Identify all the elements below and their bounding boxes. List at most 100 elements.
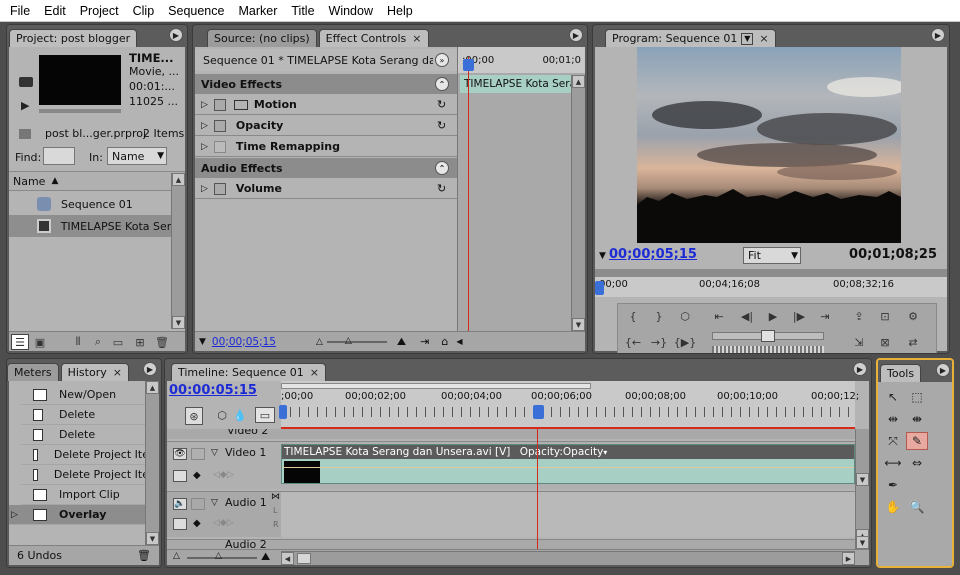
panel-menu-icon[interactable]: ▶ — [169, 28, 183, 42]
collapse-icon[interactable]: ⌃ — [435, 161, 449, 175]
display-style-icon[interactable] — [173, 470, 187, 482]
funnel-icon[interactable]: ▼ — [599, 251, 606, 261]
tab-project[interactable]: Project: post blogger — [9, 29, 138, 47]
zoom-slider[interactable]: △ — [326, 336, 387, 346]
zoom-slider-handle[interactable]: △ — [345, 336, 352, 346]
fx-toggle-icon[interactable] — [213, 98, 226, 111]
tab-source[interactable]: Source: (no clips) — [207, 29, 317, 47]
expand-icon[interactable]: ▷ — [201, 142, 208, 152]
menu-project[interactable]: Project — [74, 4, 127, 18]
project-scrollbar[interactable]: ▲ ▼ — [171, 173, 185, 329]
close-icon[interactable]: × — [113, 366, 122, 379]
icon-view-icon[interactable]: ▣ — [31, 334, 49, 350]
menu-edit[interactable]: Edit — [38, 4, 74, 18]
close-icon[interactable]: × — [412, 32, 421, 45]
keyframe-icon[interactable]: ◆ — [193, 518, 201, 529]
list-item[interactable]: TIMELAPSE Kota Seran — [9, 215, 185, 237]
list-item[interactable]: Sequence 01 — [9, 193, 185, 215]
hscroll-thumb[interactable] — [297, 553, 311, 564]
track-select-tool-icon[interactable]: ⬚ — [906, 388, 928, 406]
slip-tool-icon[interactable]: ⟷ — [882, 454, 904, 472]
reset-icon[interactable]: ↻ — [437, 98, 446, 111]
rate-stretch-tool-icon[interactable]: ⤧ — [882, 432, 904, 450]
rolling-edit-tool-icon[interactable]: ⇼ — [906, 410, 928, 428]
selection-tool-icon[interactable]: ↖ — [882, 388, 904, 406]
sync-lock-icon[interactable]: ⋈ — [271, 492, 280, 502]
collapse-icon[interactable]: ⌃ — [435, 77, 449, 91]
playhead-marker-icon[interactable] — [533, 405, 544, 419]
razor-tool-icon[interactable]: ✎ — [906, 432, 928, 450]
find-icon[interactable]: ⌕ — [89, 334, 107, 350]
slide-tool-icon[interactable]: ⇔ — [906, 454, 928, 472]
program-scrub-bar[interactable] — [595, 269, 947, 277]
in-select[interactable]: Name ▼ — [107, 147, 167, 165]
effect-motion[interactable]: ▷ Motion ↻ — [195, 95, 457, 115]
mark-in-icon[interactable]: { — [624, 308, 642, 324]
tab-timeline[interactable]: Timeline: Sequence 01 × — [171, 363, 326, 381]
work-area-bar[interactable] — [281, 383, 591, 389]
extract-icon[interactable]: ⊡ — [876, 308, 894, 324]
snap-icon[interactable]: ⊛ — [185, 407, 203, 425]
timeline-ruler[interactable]: ;00;00 00;00;02;00 00;00;04;00 00;00;06;… — [279, 381, 859, 427]
expand-icon[interactable]: ▷ — [201, 121, 208, 131]
audio-effects-header[interactable]: Audio Effects ⌃ — [195, 158, 457, 178]
tab-effect-controls[interactable]: Effect Controls × — [318, 29, 429, 47]
trash-icon[interactable]: 🗑 — [153, 334, 171, 350]
fx-toggle-icon[interactable] — [213, 119, 226, 132]
timeline-vscroll[interactable]: ▼ ▲ ▼ — [855, 429, 869, 549]
playhead-marker-icon[interactable] — [595, 281, 604, 295]
prev-keyframe-icon[interactable]: ◁◆▷ — [213, 470, 234, 480]
zoom-in-icon[interactable]: ⛰ — [397, 335, 406, 349]
timeline-playhead[interactable] — [537, 427, 538, 549]
close-icon[interactable]: × — [759, 32, 768, 45]
history-item[interactable]: Delete Project Ite — [21, 465, 149, 485]
jog-wheel[interactable] — [712, 346, 824, 353]
shuttle-slider[interactable] — [712, 330, 824, 342]
output-icon[interactable]: ⇄ — [904, 334, 922, 350]
prev-keyframe-icon[interactable]: ◁◆▷ — [213, 518, 234, 528]
lock-toggle[interactable] — [191, 448, 205, 460]
history-item[interactable]: Delete — [21, 405, 149, 425]
menu-sequence[interactable]: Sequence — [162, 4, 232, 18]
close-icon[interactable]: × — [310, 366, 319, 379]
playhead-marker-icon[interactable] — [463, 59, 474, 71]
history-scrollbar[interactable]: ▲ ▼ — [145, 381, 159, 545]
step-back-icon[interactable]: ◀| — [738, 308, 756, 324]
fit-select[interactable]: Fit ▼ — [743, 247, 801, 264]
display-style-icon[interactable] — [173, 518, 187, 530]
mark-out-icon[interactable]: } — [650, 308, 668, 324]
effect-ruler[interactable]: ;00;00 00;01;0 — [458, 47, 585, 73]
tab-history[interactable]: History × — [60, 363, 129, 381]
play-icon[interactable]: ▶ — [764, 308, 782, 324]
settings-icon[interactable]: ⚙ — [904, 308, 922, 324]
lift-icon[interactable]: ⇪ — [850, 308, 868, 324]
reset-icon[interactable]: ↻ — [437, 119, 446, 132]
effect-playhead[interactable] — [468, 57, 469, 331]
history-item[interactable]: New/Open — [21, 385, 149, 405]
reset-icon[interactable]: ↻ — [437, 182, 446, 195]
hand-tool-icon[interactable]: ✋ — [882, 498, 904, 516]
eye-icon[interactable]: 👁 — [173, 448, 187, 460]
export-icon[interactable]: ⇥ — [420, 335, 429, 348]
new-item-icon[interactable]: ⊞ — [131, 334, 149, 350]
shuttle-handle[interactable] — [761, 330, 775, 342]
timeline-timecode[interactable]: 00:00:05:15 — [169, 383, 257, 398]
export-frame-icon[interactable]: ⊠ — [876, 334, 894, 350]
zoom-in-icon[interactable]: ⛰ — [261, 550, 270, 564]
go-to-next-marker-icon[interactable]: →} — [650, 334, 668, 350]
program-timecode[interactable]: 00;00;05;15 — [609, 247, 697, 262]
effect-clip-bar[interactable]: TIMELAPSE Kota Seran — [460, 75, 583, 93]
clip-bar-video[interactable]: TIMELAPSE Kota Serang dan Unsera.avi [V]… — [281, 444, 855, 484]
tab-meters[interactable]: Meters — [7, 363, 59, 381]
zoom-slider-handle[interactable]: △ — [215, 551, 222, 561]
render-icon[interactable]: ⌂ — [441, 335, 448, 348]
trash-icon[interactable]: 🗑 — [137, 549, 151, 562]
panel-menu-icon[interactable]: ▶ — [143, 362, 157, 376]
zoom-slider[interactable] — [187, 557, 257, 559]
scroll-left-icon[interactable]: ◀ — [456, 337, 462, 346]
menu-file[interactable]: File — [4, 4, 38, 18]
panel-menu-icon[interactable]: ▶ — [853, 362, 867, 376]
expand-icon[interactable]: ▷ — [201, 100, 208, 110]
zoom-out-icon[interactable]: △ — [316, 337, 323, 347]
name-column-header[interactable]: Name ▲ — [9, 171, 185, 191]
